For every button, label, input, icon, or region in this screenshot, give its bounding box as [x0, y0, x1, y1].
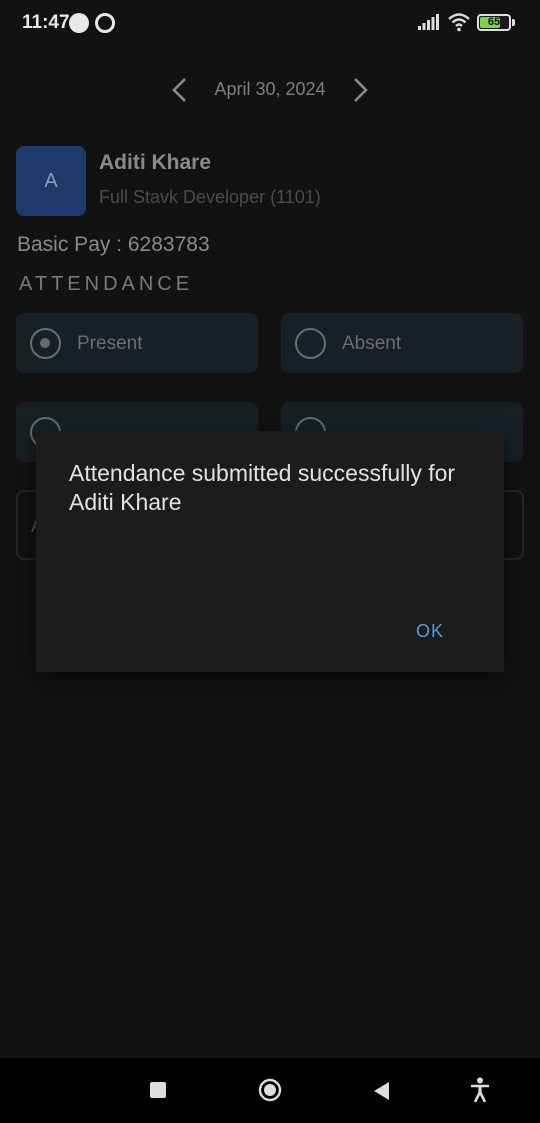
radio-selected-dot: [40, 338, 50, 348]
battery-level: 65: [487, 16, 501, 28]
home-icon[interactable]: [258, 1078, 282, 1102]
avatar: A: [16, 146, 86, 216]
signal-icon: [418, 14, 439, 30]
radio-present[interactable]: [30, 328, 61, 359]
sync-notification-icon: [95, 13, 115, 33]
chevron-right-icon[interactable]: [346, 76, 374, 104]
option-absent-label: Absent: [342, 333, 402, 354]
option-absent[interactable]: Absent: [281, 313, 523, 373]
radio-absent[interactable]: [295, 328, 326, 359]
option-present-label: Present: [77, 333, 143, 354]
dialog-message: Attendance submitted successfully for Ad…: [69, 460, 456, 515]
wifi-icon: [448, 13, 470, 32]
battery-tip: [512, 19, 515, 26]
accessibility-icon[interactable]: [469, 1077, 491, 1103]
success-dialog: Attendance submitted successfully for Ad…: [36, 431, 504, 672]
attendance-title: ATTENDANCE: [19, 273, 194, 295]
app-notification-icon: [69, 13, 89, 33]
back-icon[interactable]: [371, 1080, 391, 1102]
status-bar: 11:47 65: [0, 0, 540, 48]
dialog-ok-button[interactable]: OK: [416, 621, 444, 642]
system-nav-bar: [0, 1058, 540, 1123]
employee-role: Full Stavk Developer (1101): [99, 187, 321, 207]
screen: 11:47 65 April 30, 2024 A Aditi Khare Fu…: [0, 0, 540, 1123]
chevron-left-icon[interactable]: [166, 76, 194, 104]
date-navigator: April 30, 2024: [0, 72, 540, 108]
recents-icon[interactable]: [150, 1082, 166, 1098]
basic-pay: Basic Pay : 6283783: [17, 233, 210, 256]
battery-icon: 65: [477, 14, 511, 31]
selected-date: April 30, 2024: [214, 79, 326, 99]
employee-name: Aditi Khare: [99, 151, 212, 174]
status-time: 11:47: [22, 12, 70, 33]
option-present[interactable]: Present: [16, 313, 258, 373]
